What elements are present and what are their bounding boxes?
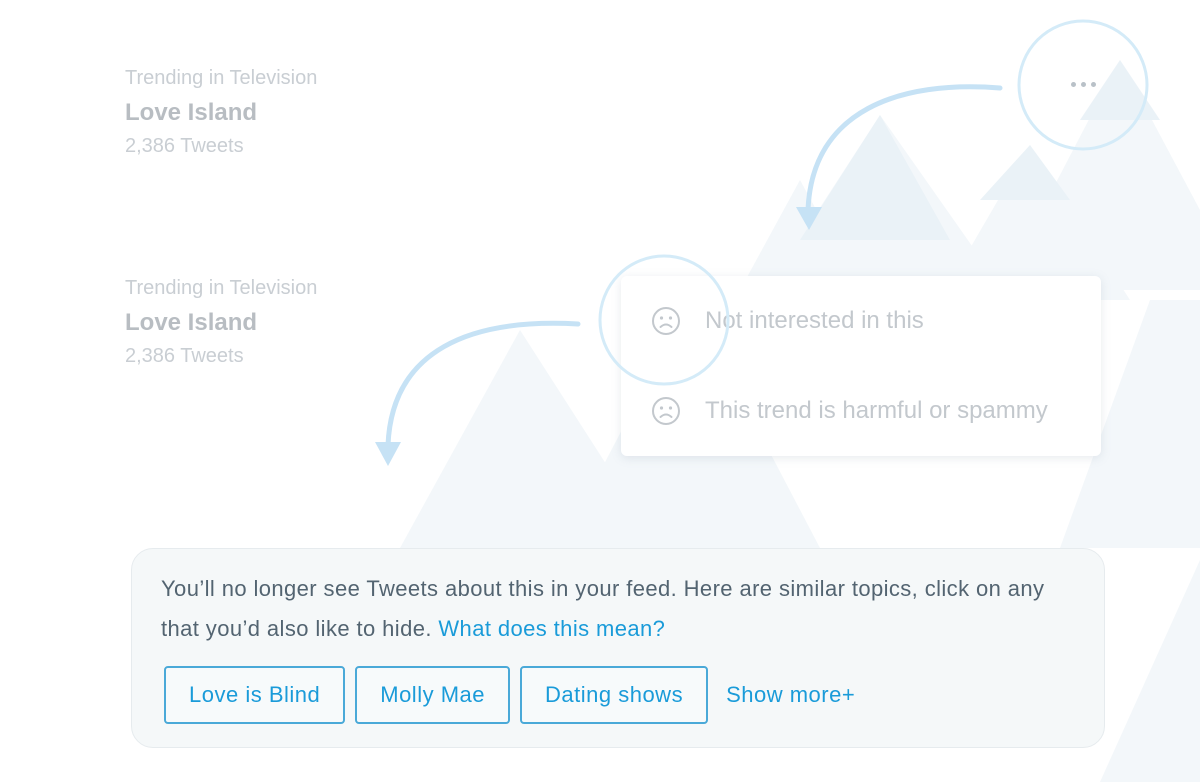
trend-item[interactable]: Trending in Television Love Island 2,386…	[125, 276, 317, 368]
trend-options-menu: Not interested in this This trend is har…	[621, 276, 1101, 456]
trend-tweet-count: 2,386 Tweets	[125, 135, 244, 157]
more-options-button[interactable]	[1063, 70, 1103, 98]
sad-face-icon	[652, 307, 680, 335]
topic-chip-love-is-blind[interactable]: Love is Blind	[164, 666, 346, 724]
more-dots-icon	[1090, 81, 1096, 87]
more-dots-icon	[1080, 81, 1086, 87]
trend-context: Trending in Television	[125, 67, 318, 89]
menu-item-label: Not interested in this	[705, 307, 924, 334]
what-does-this-mean-link[interactable]: What does this mean?	[438, 616, 665, 641]
similar-topics: Love is Blind Molly Mae Dating shows Sho…	[164, 666, 855, 724]
menu-item-label: This trend is harmful or spammy	[705, 397, 1048, 424]
trend-tweet-count: 2,386 Tweets	[125, 345, 244, 367]
menu-item-harmful-or-spammy[interactable]: This trend is harmful or spammy	[651, 391, 1048, 431]
topic-chip-dating-shows[interactable]: Dating shows	[520, 666, 709, 724]
notice-message: You’ll no longer see Tweets about this i…	[161, 569, 1081, 649]
more-dots-icon	[1070, 81, 1076, 87]
hidden-topic-notice: You’ll no longer see Tweets about this i…	[131, 548, 1105, 748]
trend-title: Love Island	[125, 309, 258, 336]
trend-item[interactable]: Trending in Television Love Island 2,386…	[125, 66, 317, 158]
menu-item-not-interested[interactable]: Not interested in this	[651, 301, 924, 341]
trend-context: Trending in Television	[125, 277, 318, 299]
trend-title: Love Island	[125, 99, 258, 126]
topic-chip-molly-mae[interactable]: Molly Mae	[355, 666, 510, 724]
trend-feedback-illustration: Trending in Television Love Island 2,386…	[0, 0, 1200, 782]
show-more-link[interactable]: Show more+	[726, 682, 855, 708]
sad-face-icon	[652, 397, 680, 425]
